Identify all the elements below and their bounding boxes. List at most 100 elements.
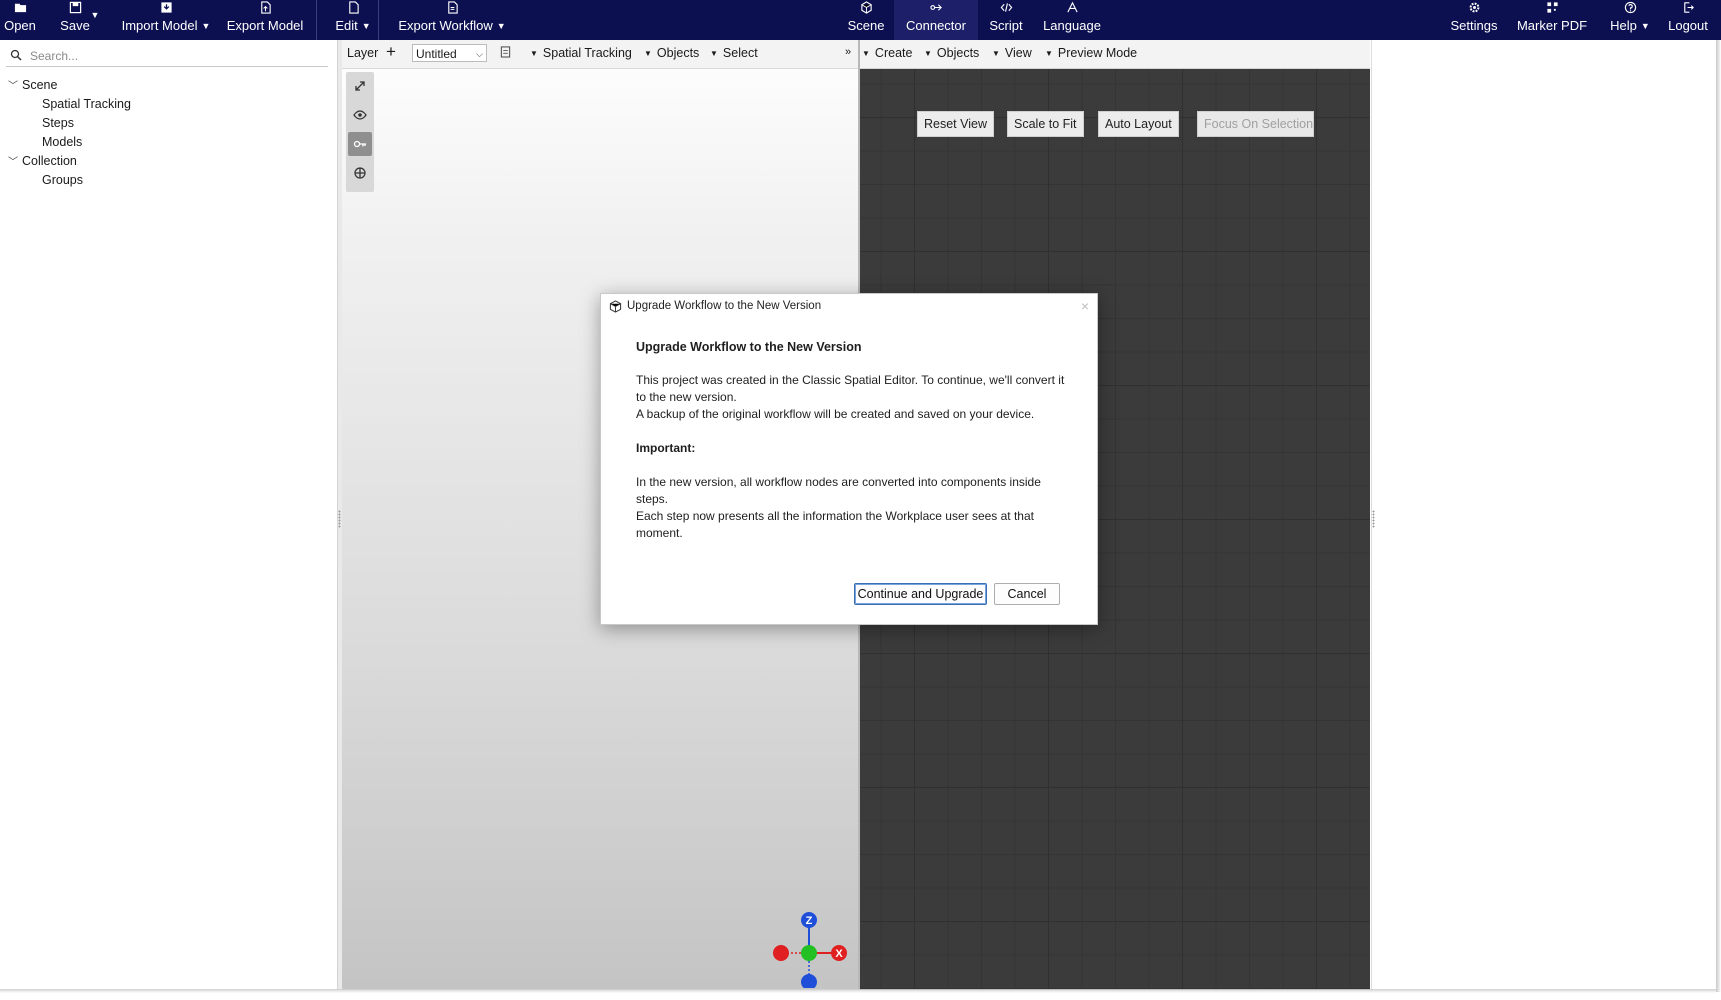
dialog-paragraph-backup: A backup of the original workflow will b…	[636, 407, 1035, 421]
menubar-separator	[378, 0, 379, 40]
tab-scene[interactable]: Scene	[841, 0, 891, 40]
save-dropdown-button[interactable]: ▼	[88, 0, 102, 40]
chevron-down-icon: ⌵	[476, 49, 483, 59]
overflow-chevron-icon[interactable]: »	[845, 46, 851, 58]
layer-settings-icon[interactable]	[500, 45, 511, 61]
x-axis-label: X	[835, 948, 843, 960]
edit-file-icon	[332, 1, 374, 15]
negative-x-axis-handle	[773, 945, 789, 961]
focus-on-selection-button: Focus On Selection	[1197, 111, 1314, 137]
connector-icon	[894, 1, 978, 15]
auto-layout-button[interactable]: Auto Layout	[1098, 111, 1179, 137]
top-menubar: Open Save ▼ Import Model ▼ Export Model E…	[0, 0, 1721, 40]
window-bottom-edge	[0, 989, 1716, 993]
help-menu[interactable]: Help ▼	[1604, 0, 1656, 40]
layer-select[interactable]: Untitled ⌵	[412, 44, 487, 62]
window-right-edge	[1716, 40, 1721, 992]
chevron-down-icon[interactable]: ﹀	[8, 78, 22, 96]
splitter-grip[interactable]	[1372, 510, 1375, 528]
viewport-tool-strip	[346, 72, 374, 192]
reset-view-button[interactable]: Reset View	[917, 111, 994, 137]
dialog-heading: Upgrade Workflow to the New Version	[636, 340, 862, 354]
viewport-toolbar: Layer + Untitled ⌵ ▼ Spatial Tracking ▼ Ob…	[342, 40, 858, 69]
axis-gizmo[interactable]: Z X	[764, 908, 854, 988]
close-icon[interactable]: ×	[1081, 298, 1089, 314]
dialog-paragraph-conversion: This project was created in the Classic …	[636, 373, 1065, 404]
scene-tree-sidebar: ﹀Scene Spatial Tracking Steps Models ﹀Co…	[0, 40, 337, 990]
import-model-button[interactable]: Import Model ▼	[120, 0, 212, 40]
dialog-titlebar[interactable]: Upgrade Workflow to the New Version ×	[601, 294, 1097, 320]
search-box	[6, 46, 328, 67]
tree-item-steps[interactable]: Steps	[42, 114, 74, 132]
search-input[interactable]	[28, 48, 322, 64]
objects-menu[interactable]: ▼ Objects	[644, 46, 699, 60]
chevron-down-icon: ▼	[1640, 21, 1650, 31]
eye-icon[interactable]	[348, 103, 372, 127]
search-icon	[6, 49, 28, 64]
create-menu[interactable]: ▼ Create	[862, 46, 912, 60]
cancel-button[interactable]: Cancel	[994, 583, 1060, 605]
move-icon[interactable]	[348, 161, 372, 185]
tab-script[interactable]: Script	[984, 0, 1028, 40]
key-icon[interactable]	[348, 132, 372, 156]
preview-mode-menu[interactable]: ▼ Preview Mode	[1045, 46, 1137, 60]
expand-icon[interactable]	[348, 74, 372, 98]
language-icon	[1038, 1, 1106, 15]
marker-pdf-button[interactable]: Marker PDF	[1516, 0, 1588, 40]
properties-panel	[1371, 40, 1717, 990]
dialog-important-label: Important:	[636, 441, 696, 455]
menubar-separator	[316, 0, 317, 40]
dialog-paragraph-components: In the new version, all workflow nodes a…	[636, 475, 1041, 506]
layer-label: Layer	[347, 46, 379, 60]
settings-button[interactable]: Settings	[1446, 0, 1502, 40]
export-file-icon	[226, 1, 304, 15]
tree-item-models[interactable]: Models	[42, 133, 82, 151]
node-editor-toolbar: ▼ Create ▼ Objects ▼ View ▼ Preview Mode	[860, 40, 1370, 69]
splitter-grip[interactable]	[338, 510, 341, 528]
objects-menu[interactable]: ▼ Objects	[924, 46, 979, 60]
tree-item-groups[interactable]: Groups	[42, 171, 83, 189]
dropdown-triangle-icon: ▼	[644, 49, 652, 58]
dropdown-triangle-icon: ▼	[710, 49, 718, 58]
export-workflow-button[interactable]: Export Workflow ▼	[394, 0, 510, 40]
document-icon	[394, 1, 510, 15]
z-axis-label: Z	[806, 915, 813, 927]
chevron-down-icon: ▼	[90, 10, 100, 20]
code-icon	[984, 1, 1028, 15]
tree-item-scene[interactable]: ﹀ Scene	[8, 76, 57, 94]
open-button[interactable]: Open	[0, 0, 40, 40]
tree-item-collection[interactable]: ﹀ Collection	[8, 152, 77, 170]
help-icon	[1604, 1, 1656, 15]
logout-icon	[1664, 1, 1712, 15]
dropdown-triangle-icon: ▼	[1045, 49, 1053, 58]
dialog-paragraph-steps: Each step now presents all the informati…	[636, 509, 1034, 540]
view-menu[interactable]: ▼ View	[992, 46, 1032, 60]
chevron-down-icon: ▼	[201, 21, 211, 31]
dialog-window-title: Upgrade Workflow to the New Version	[627, 300, 822, 312]
tab-connector[interactable]: Connector	[894, 0, 978, 40]
chevron-down-icon: ▼	[361, 21, 371, 31]
scale-to-fit-button[interactable]: Scale to Fit	[1007, 111, 1084, 137]
select-menu[interactable]: ▼ Select	[710, 46, 758, 60]
logout-button[interactable]: Logout	[1664, 0, 1712, 40]
spatial-tracking-menu[interactable]: ▼ Spatial Tracking	[530, 46, 632, 60]
qr-marker-icon	[1516, 1, 1588, 15]
tree-item-spatial-tracking[interactable]: Spatial Tracking	[42, 95, 131, 113]
edit-menu[interactable]: Edit ▼	[332, 0, 374, 40]
y-axis-handle	[801, 945, 817, 961]
import-icon	[120, 1, 212, 15]
dropdown-triangle-icon: ▼	[530, 49, 538, 58]
chevron-down-icon: ▼	[496, 21, 506, 31]
export-model-button[interactable]: Export Model	[226, 0, 304, 40]
add-layer-icon[interactable]: +	[386, 42, 396, 62]
gear-icon	[1446, 1, 1502, 15]
continue-and-upgrade-button[interactable]: Continue and Upgrade	[854, 583, 987, 605]
folder-icon	[0, 1, 40, 15]
scene-icon	[841, 1, 891, 15]
dropdown-triangle-icon: ▼	[992, 49, 1000, 58]
dropdown-triangle-icon: ▼	[862, 49, 870, 58]
dropdown-triangle-icon: ▼	[924, 49, 932, 58]
chevron-down-icon[interactable]: ﹀	[8, 154, 22, 172]
tab-language[interactable]: Language	[1038, 0, 1106, 40]
negative-z-axis-handle	[801, 974, 817, 988]
